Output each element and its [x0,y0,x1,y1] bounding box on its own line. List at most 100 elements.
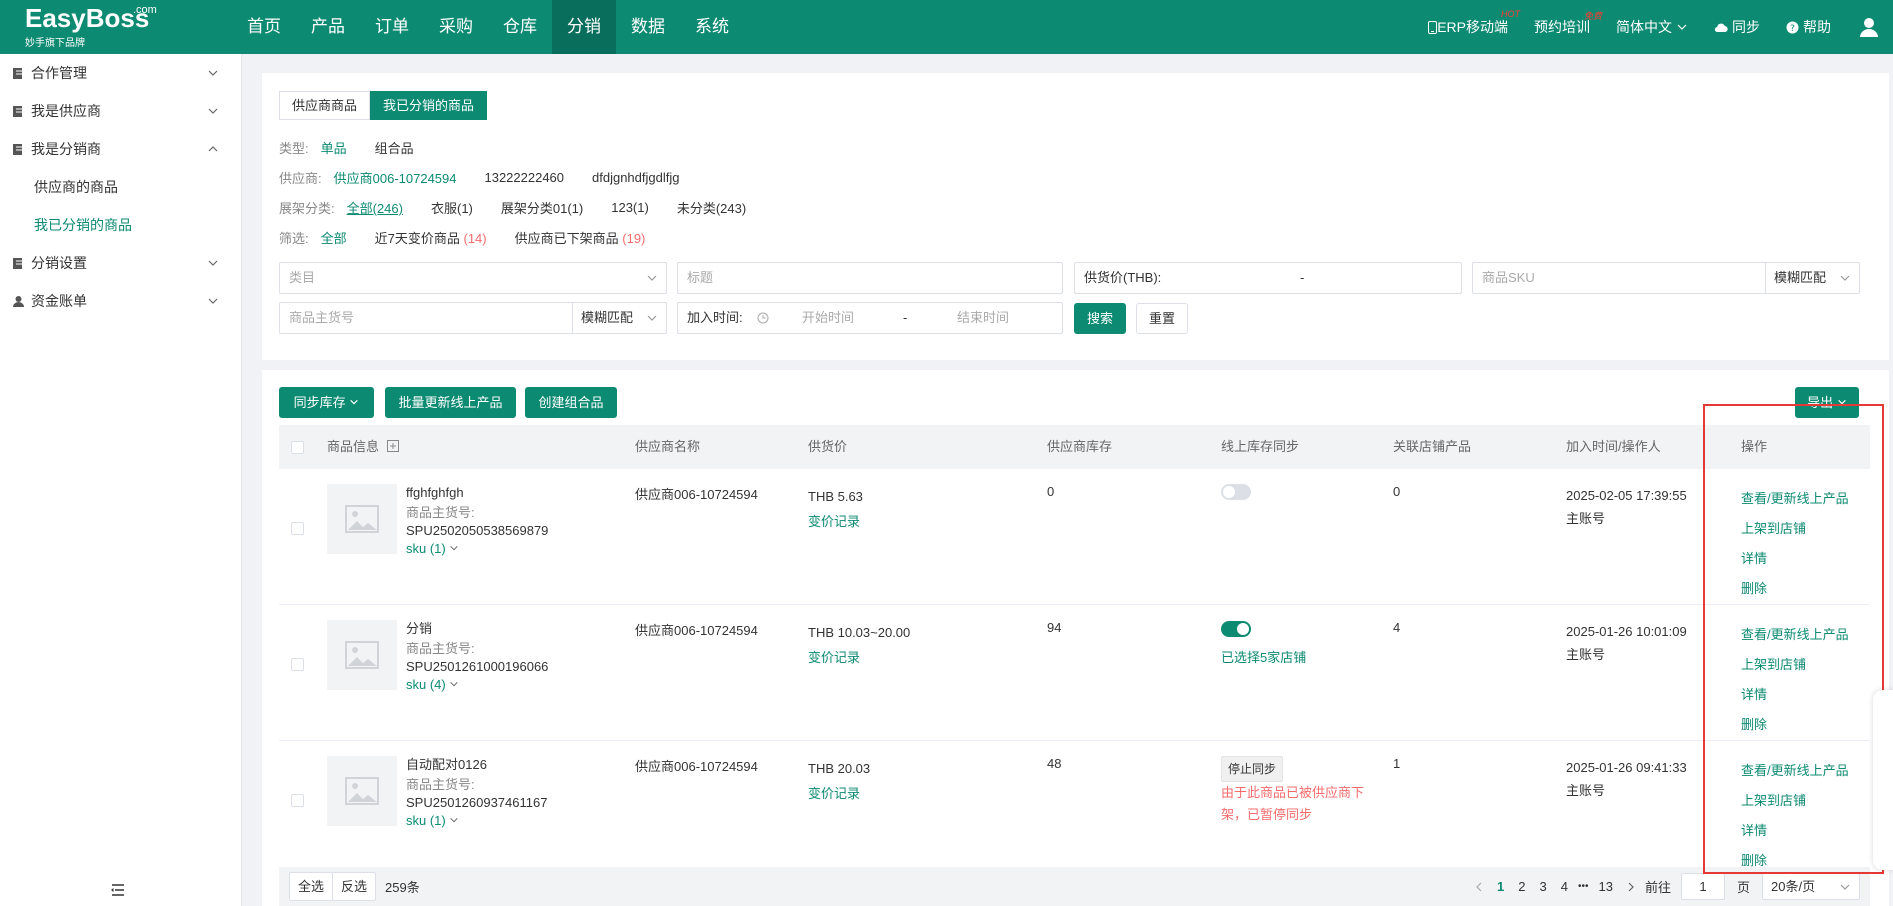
view-update-online-link[interactable]: 查看/更新线上产品 [1741,620,1849,650]
list-to-store-link[interactable]: 上架到店铺 [1741,650,1849,680]
screen-option-all[interactable]: 全部 [321,228,347,247]
shelf-option-all[interactable]: 全部(246) [347,198,403,217]
page-ellipsis[interactable]: ••• [1578,881,1589,892]
sidebar-item-distributor[interactable]: 我是分销商 [0,130,241,168]
sidebar-item-cooperation[interactable]: 合作管理 [0,54,241,92]
sidebar-item-settings[interactable]: 分销设置 [0,244,241,282]
details-link[interactable]: 详情 [1741,544,1849,574]
stock-sync-toggle[interactable] [1221,484,1251,503]
screen-option-price-change[interactable]: 近7天变价商品 (14) [375,228,487,247]
menu-collapse-icon[interactable] [110,882,126,898]
list-to-store-link[interactable]: 上架到店铺 [1741,786,1849,816]
page-4[interactable]: 4 [1561,879,1568,894]
sync-label: 同步 [1732,19,1760,35]
nav-products[interactable]: 产品 [296,0,360,54]
price-log-link[interactable]: 变价记录 [808,645,910,670]
page-1[interactable]: 1 [1497,879,1504,894]
create-combo-button[interactable]: 创建组合品 [525,387,617,418]
table-row: 自动配对0126 商品主货号: SPU2501260937461167 sku … [279,741,1870,868]
nav-system[interactable]: 系统 [680,0,744,54]
row-checkbox[interactable] [291,658,304,674]
search-button[interactable]: 搜索 [1074,303,1126,334]
view-update-online-link[interactable]: 查看/更新线上产品 [1741,756,1849,786]
type-option-combo[interactable]: 组合品 [375,138,414,157]
product-thumbnail[interactable] [327,756,397,826]
sidebar-item-supplier[interactable]: 我是供应商 [0,92,241,130]
spu-match-select[interactable]: 模糊匹配 [581,303,633,333]
page-2[interactable]: 2 [1518,879,1525,894]
product-thumbnail[interactable] [327,620,397,690]
shelf-option[interactable]: 未分类(243) [677,198,746,217]
language-select[interactable]: 简体中文 [1616,17,1688,37]
price-log-link[interactable]: 变价记录 [808,509,863,534]
tab-my-distributed[interactable]: 我已分销的商品 [370,91,488,120]
stock-sync-toggle[interactable] [1221,620,1306,645]
title-placeholder: 标题 [687,270,714,285]
chevron-left-icon[interactable] [1473,881,1485,893]
product-thumbnail[interactable] [327,484,397,554]
export-button[interactable]: 导出 [1795,387,1859,418]
shelf-option[interactable]: 衣服(1) [431,198,473,217]
shelf-option[interactable]: 123(1) [611,200,649,215]
batch-update-button[interactable]: 批量更新线上产品 [385,387,516,418]
date-range-input[interactable]: 加入时间: 开始时间 - 结束时间 [677,302,1063,334]
page-jump-input[interactable]: 1 [1680,873,1725,900]
end-date[interactable]: 结束时间 [957,303,1009,333]
details-link[interactable]: 详情 [1741,680,1849,710]
sku-toggle[interactable]: sku (1) [406,812,547,830]
floating-assistant-toolbar[interactable] [1873,690,1893,870]
sku-toggle[interactable]: sku (4) [406,676,548,694]
page-size-select[interactable]: 20条/页 [1762,873,1860,900]
training-link[interactable]: 预约培训 免费 [1534,11,1602,37]
price-range-input[interactable]: 供货价(THB): - [1074,262,1462,294]
category-select[interactable]: 类目 [279,262,667,294]
delete-link[interactable]: 删除 [1741,574,1849,604]
expand-icon[interactable] [386,440,399,452]
start-date[interactable]: 开始时间 [802,303,854,333]
price-log-link[interactable]: 变价记录 [808,781,870,806]
shelf-option[interactable]: 展架分类01(1) [501,198,583,217]
nav-purchase[interactable]: 采购 [424,0,488,54]
sync-stock-button[interactable]: 同步库存 [279,387,374,418]
select-all-checkbox[interactable] [291,425,304,469]
delete-link[interactable]: 删除 [1741,710,1849,740]
nav-warehouse[interactable]: 仓库 [488,0,552,54]
sku-toggle[interactable]: sku (1) [406,540,548,558]
page-3[interactable]: 3 [1540,879,1547,894]
nav-orders[interactable]: 订单 [360,0,424,54]
nav-distribution[interactable]: 分销 [552,0,616,54]
help-button[interactable]: ? 帮助 [1786,17,1831,37]
brand-logo[interactable]: EasyBoss .com 妙手旗下品牌 [25,4,165,50]
tab-supplier-products[interactable]: 供应商商品 [279,91,371,120]
supplier-option[interactable]: 供应商006-10724594 [334,168,457,187]
spu-input[interactable]: 商品主货号 模糊匹配 [279,302,667,334]
sku-match-select[interactable]: 模糊匹配 [1774,263,1826,293]
sku-input[interactable]: 商品SKU 模糊匹配 [1472,262,1860,294]
chevron-right-icon[interactable] [1625,881,1637,893]
details-link[interactable]: 详情 [1741,816,1849,846]
reset-button[interactable]: 重置 [1136,303,1188,334]
view-update-online-link[interactable]: 查看/更新线上产品 [1741,484,1849,514]
top-navbar: EasyBoss .com 妙手旗下品牌 首页 产品 订单 采购 仓库 分销 数… [0,0,1893,54]
sync-button[interactable]: 同步 [1714,17,1760,37]
supplier-option[interactable]: dfdjgnhdfjgdlfjg [592,170,679,185]
erp-mobile-link[interactable]: ERP移动端 HOT [1428,9,1520,37]
type-option-single[interactable]: 单品 [321,138,347,157]
supplier-option[interactable]: 13222222460 [484,170,564,185]
title-input[interactable]: 标题 [677,262,1063,294]
row-checkbox[interactable] [291,522,304,538]
screen-option-delisted[interactable]: 供应商已下架商品 (19) [515,228,646,247]
sidebar-item-supplier-products[interactable]: 供应商的商品 [0,168,241,206]
select-all-button[interactable]: 全选 [289,872,333,901]
page-13[interactable]: 13 [1599,879,1613,894]
selected-stores-link[interactable]: 已选择5家店铺 [1221,645,1306,670]
nav-data[interactable]: 数据 [616,0,680,54]
nav-home[interactable]: 首页 [232,0,296,54]
user-avatar-icon[interactable] [1857,15,1881,39]
sidebar-item-funds[interactable]: 资金账单 [0,282,241,320]
price-value: THB 10.03~20.00 [808,625,911,640]
list-to-store-link[interactable]: 上架到店铺 [1741,514,1849,544]
row-checkbox[interactable] [291,794,304,810]
invert-selection-button[interactable]: 反选 [332,872,376,901]
sidebar-item-my-distributed[interactable]: 我已分销的商品 [0,206,241,244]
